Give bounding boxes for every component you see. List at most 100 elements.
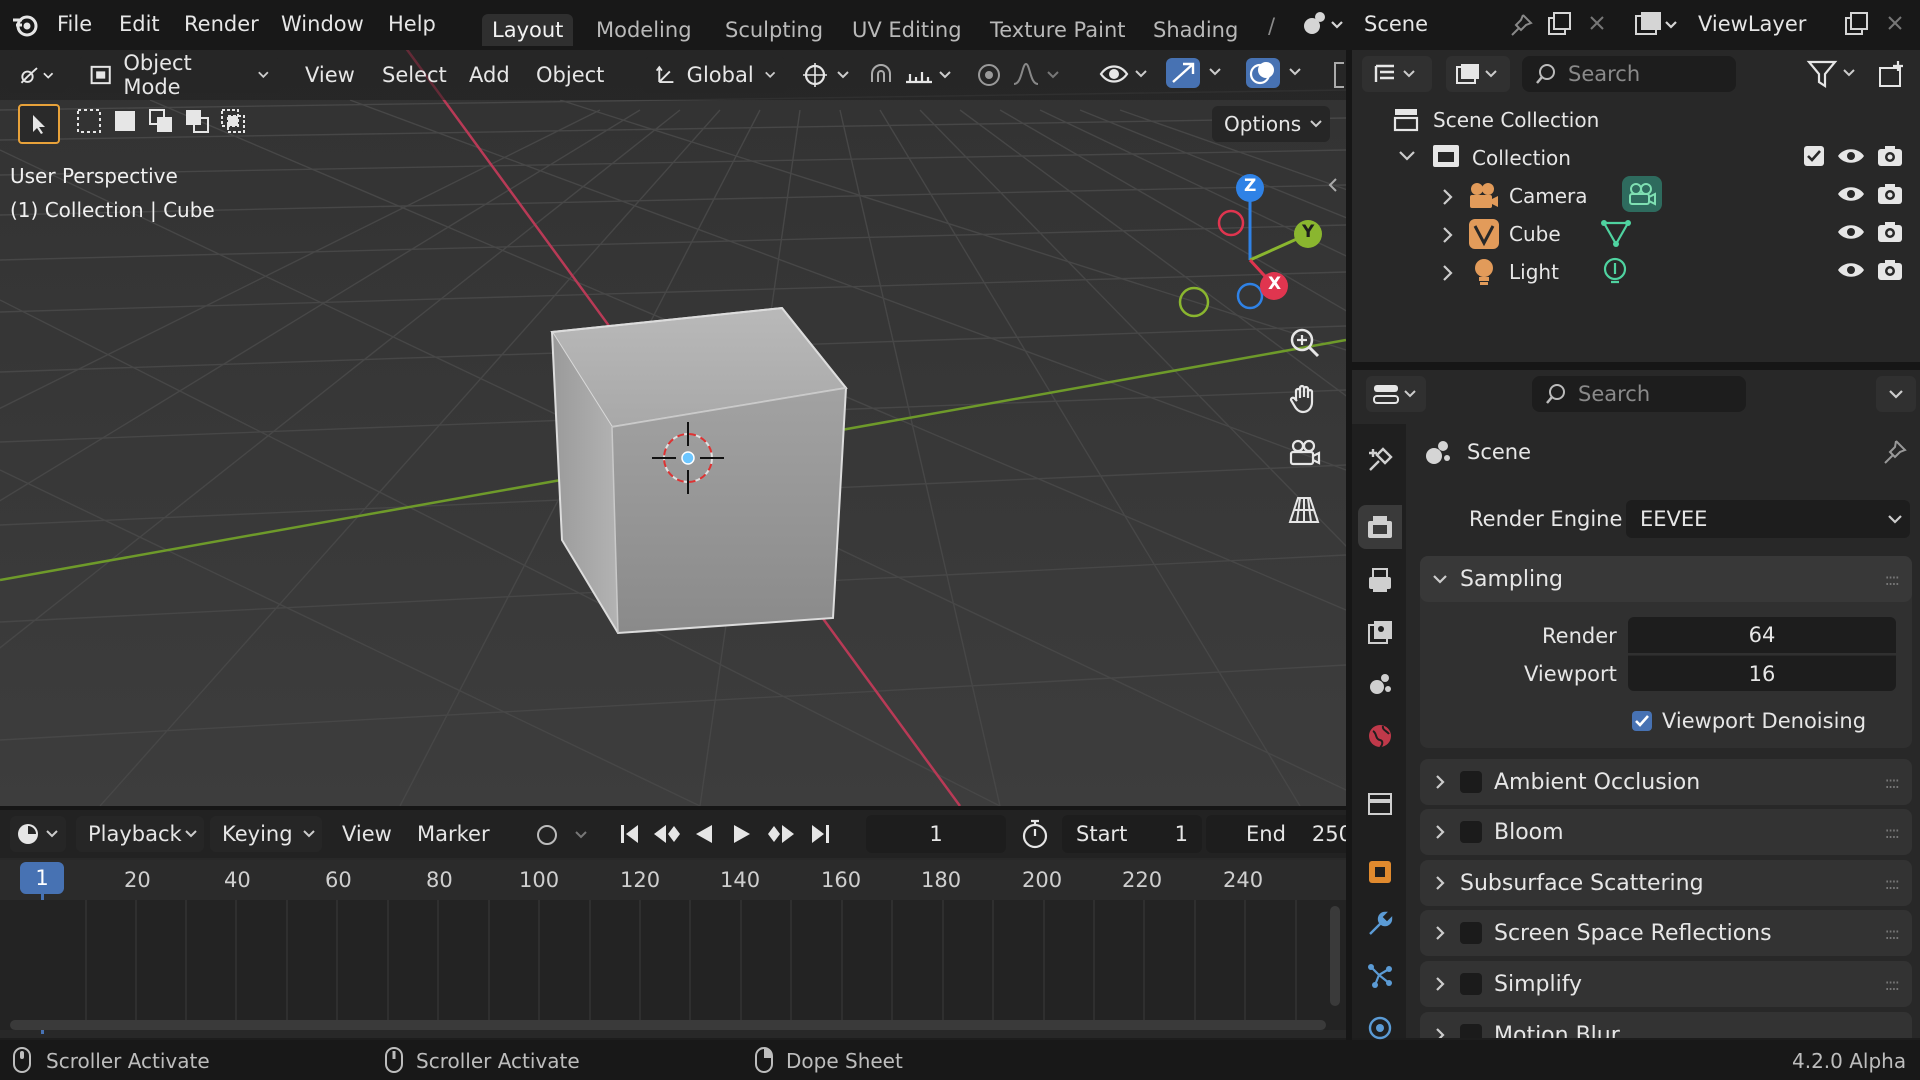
tab-modifiers-icon[interactable] (1360, 904, 1400, 944)
tab-world-icon[interactable] (1360, 716, 1400, 756)
drag-handle-icon[interactable]: :::: (1884, 823, 1900, 842)
new-collection-icon[interactable] (1876, 58, 1908, 90)
ambient-occlusion-panel[interactable]: Ambient Occlusion :::: (1420, 759, 1912, 805)
timeline-editor-type[interactable] (10, 816, 66, 852)
tab-tool-icon[interactable] (1360, 440, 1400, 480)
cube-expand-icon[interactable] (1438, 224, 1456, 246)
delete-scene-icon[interactable] (1586, 12, 1608, 34)
collection-checkbox[interactable] (1802, 144, 1826, 168)
motion-blur-panel[interactable]: Motion Blur (1420, 1012, 1912, 1038)
select-extend-icon[interactable] (146, 106, 176, 136)
outliner-item-light[interactable]: Light (1509, 260, 1559, 284)
collection-visibility-eye-icon[interactable] (1836, 144, 1866, 168)
camera-expand-icon[interactable] (1438, 186, 1456, 208)
select-box-icon[interactable] (74, 106, 104, 136)
motion-blur-checkbox[interactable] (1460, 1024, 1482, 1038)
menu-edit[interactable]: Edit (119, 12, 160, 36)
falloff-icon[interactable] (1010, 60, 1066, 90)
tab-sculpting[interactable]: Sculpting (715, 14, 833, 46)
light-data-icon[interactable] (1600, 256, 1630, 288)
jump-to-start-icon[interactable] (616, 820, 644, 848)
tab-shading[interactable]: Shading (1143, 14, 1248, 46)
simplify-panel[interactable]: Simplify :::: (1420, 961, 1912, 1007)
drag-handle-icon[interactable]: :::: (1884, 570, 1900, 589)
jump-to-keyframe-back-icon[interactable] (650, 820, 684, 848)
camera-data-icon[interactable] (1622, 176, 1662, 212)
tab-output-icon[interactable] (1360, 560, 1400, 600)
timeline-menu-view[interactable]: View (342, 822, 392, 846)
object-mode-dropdown[interactable]: Object Mode (78, 51, 280, 99)
overlays-toggle-icon[interactable] (1244, 56, 1308, 90)
tab-scene-icon[interactable] (1360, 664, 1400, 704)
light-expand-icon[interactable] (1438, 262, 1456, 284)
delete-viewlayer-icon[interactable] (1884, 12, 1906, 34)
outliner-item-camera[interactable]: Camera (1509, 184, 1588, 208)
end-frame-field[interactable]: End 250 (1206, 815, 1346, 853)
timeline-track-area[interactable] (0, 900, 1346, 1030)
new-viewlayer-icon[interactable] (1842, 10, 1870, 38)
screen-space-reflections-panel[interactable]: Screen Space Reflections :::: (1420, 910, 1912, 956)
subsurface-scattering-panel[interactable]: Subsurface Scattering :::: (1420, 860, 1912, 906)
render-samples-field[interactable]: 64 (1628, 617, 1896, 653)
cube-render-camera-icon[interactable] (1876, 220, 1904, 244)
sidebar-toggle-icon[interactable] (1326, 176, 1340, 194)
tab-texture-paint[interactable]: Texture Paint (980, 14, 1136, 46)
menu-window[interactable]: Window (281, 12, 364, 36)
perspective-grid-icon[interactable] (1286, 492, 1322, 528)
menu-help[interactable]: Help (388, 12, 436, 36)
bloom-checkbox[interactable] (1460, 821, 1482, 843)
cube-visibility-eye-icon[interactable] (1836, 220, 1866, 244)
bloom-panel[interactable]: Bloom :::: (1420, 809, 1912, 855)
camera-view-icon[interactable] (1286, 436, 1322, 472)
properties-pin-icon[interactable] (1880, 438, 1908, 466)
display-mode-dropdown[interactable] (1446, 56, 1510, 92)
play-icon[interactable] (728, 820, 756, 848)
simplify-checkbox[interactable] (1460, 973, 1482, 995)
viewport-menu-select[interactable]: Select (382, 63, 447, 87)
auto-keying-icon[interactable] (534, 822, 596, 848)
outliner-editor-type[interactable] (1362, 56, 1432, 92)
scene-name[interactable]: Scene (1364, 12, 1428, 36)
select-new-icon[interactable] (110, 106, 140, 136)
keying-menu[interactable]: Keying (210, 816, 322, 852)
viewport-menu-add[interactable]: Add (469, 63, 510, 87)
area-divider-right[interactable] (1352, 362, 1920, 370)
transform-orientation-dropdown[interactable]: Global (644, 57, 786, 93)
light-render-camera-icon[interactable] (1876, 258, 1904, 282)
new-scene-icon[interactable] (1545, 10, 1573, 38)
properties-search-field[interactable]: Search (1532, 376, 1746, 412)
tab-overflow[interactable]: / (1268, 14, 1275, 38)
current-frame-field[interactable]: 1 (866, 815, 1006, 853)
screen-space-reflections-checkbox[interactable] (1460, 922, 1482, 944)
filter-icon[interactable] (1806, 58, 1862, 90)
viewport-denoising-checkbox[interactable] (1630, 709, 1654, 733)
tab-particles-icon[interactable] (1360, 956, 1400, 996)
playback-menu[interactable]: Playback (76, 816, 204, 852)
drag-handle-icon[interactable]: :::: (1884, 975, 1900, 994)
timeline-horizontal-scrollbar[interactable] (10, 1020, 1326, 1030)
viewport-denoising-label[interactable]: Viewport Denoising (1662, 709, 1866, 733)
visibility-icon[interactable] (1098, 58, 1154, 90)
tab-modeling[interactable]: Modeling (586, 14, 702, 46)
tab-view-layer-icon[interactable] (1360, 612, 1400, 652)
pivot-point-icon[interactable] (800, 60, 856, 90)
tab-render-icon[interactable] (1358, 505, 1402, 549)
pin-icon[interactable] (1508, 12, 1534, 38)
ambient-occlusion-checkbox[interactable] (1460, 771, 1482, 793)
viewport-samples-field[interactable]: 16 (1628, 655, 1896, 691)
tab-uv-editing[interactable]: UV Editing (842, 14, 972, 46)
proportional-editing-icon[interactable] (974, 60, 1004, 90)
menu-file[interactable]: File (57, 12, 92, 36)
drag-handle-icon[interactable]: :::: (1884, 874, 1900, 893)
properties-editor-type[interactable] (1366, 376, 1426, 412)
zoom-icon[interactable] (1286, 324, 1322, 360)
timeline-menu-marker[interactable]: Marker (417, 822, 490, 846)
mesh-data-icon[interactable] (1600, 218, 1632, 248)
jump-to-keyframe-forward-icon[interactable] (764, 820, 798, 848)
scene-collection-label[interactable]: Scene Collection (1433, 108, 1599, 132)
gizmo-toggle-icon[interactable] (1164, 56, 1228, 90)
playhead-frame-indicator[interactable]: 1 (20, 862, 64, 894)
camera-render-camera-icon[interactable] (1876, 182, 1904, 206)
viewport-menu-view[interactable]: View (305, 63, 355, 87)
outliner-item-cube[interactable]: Cube (1509, 222, 1561, 246)
